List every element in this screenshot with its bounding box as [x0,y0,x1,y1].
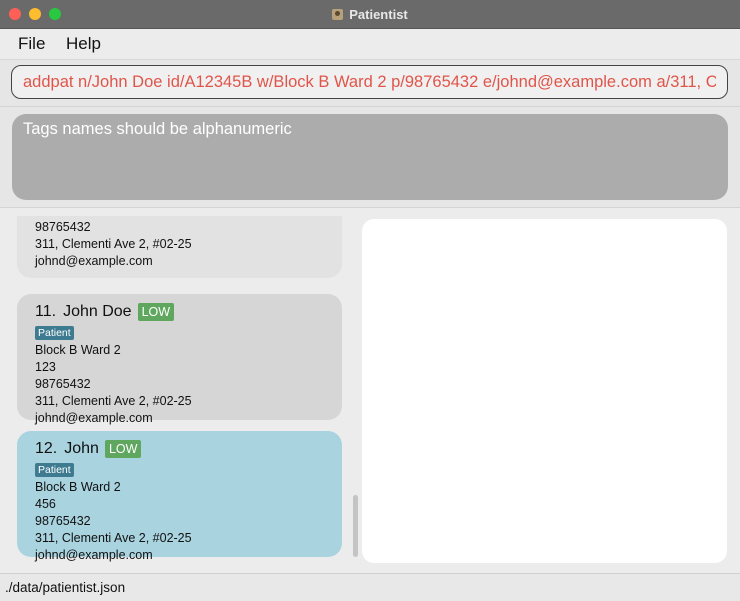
patient-name: John Doe [63,303,132,320]
patient-address: 311, Clementi Ave 2, #02-25 [35,394,192,408]
result-display: Tags names should be alphanumeric [12,114,728,200]
patient-ward: Block B Ward 2 [35,343,121,357]
patient-name-row: 11. John Doe LOW [35,299,324,325]
patient-index: 11. [35,303,57,320]
app-icon [332,8,344,20]
result-message: Tags names should be alphanumeric [23,120,292,138]
result-area: Tags names should be alphanumeric [0,107,740,208]
command-input[interactable] [11,65,728,99]
patient-address: 311, Clementi Ave 2, #02-25 [35,237,192,251]
patient-id: 456 [35,497,56,511]
patient-ward: Block B Ward 2 [35,480,121,494]
command-area [0,60,740,107]
window-title: Patientist [349,6,408,22]
patient-id: 123 [35,360,56,374]
patient-address: 311, Clementi Ave 2, #02-25 [35,531,192,545]
menu-file[interactable]: File [18,34,45,54]
priority-badge: LOW [137,303,175,321]
menu-bar: File Help [0,29,740,60]
title-bar: Patientist [0,0,740,29]
window-title-group: Patientist [0,0,740,28]
patient-card-selected[interactable]: 12. John LOW Patient Block B Ward 2 456 … [17,431,342,562]
patient-index: 12. [35,440,58,457]
patient-card[interactable]: A1231145B 98765432 311, Clementi Ave 2, … [17,216,342,278]
patient-list[interactable]: A1231145B 98765432 311, Clementi Ave 2, … [12,216,360,564]
patient-email: johnd@example.com [35,548,153,562]
patient-phone: 98765432 [35,514,91,528]
patient-tag: Patient [35,326,74,340]
detail-panel [362,219,727,563]
patient-phone: 98765432 [35,377,91,391]
patient-name-row: 12. John LOW [35,436,324,462]
patient-phone: 98765432 [35,220,91,234]
data-file-path: ./data/patientist.json [5,580,126,595]
priority-badge: LOW [104,440,142,458]
menu-help[interactable]: Help [66,34,101,54]
list-scrollbar[interactable] [353,495,358,557]
patient-card[interactable]: 11. John Doe LOW Patient Block B Ward 2 … [17,294,342,425]
patient-email: johnd@example.com [35,411,153,425]
patient-tag: Patient [35,463,74,477]
patient-email: johnd@example.com [35,254,153,268]
main-area: A1231145B 98765432 311, Clementi Ave 2, … [0,208,740,572]
patient-name: John [64,440,99,457]
status-bar: ./data/patientist.json [0,573,740,601]
